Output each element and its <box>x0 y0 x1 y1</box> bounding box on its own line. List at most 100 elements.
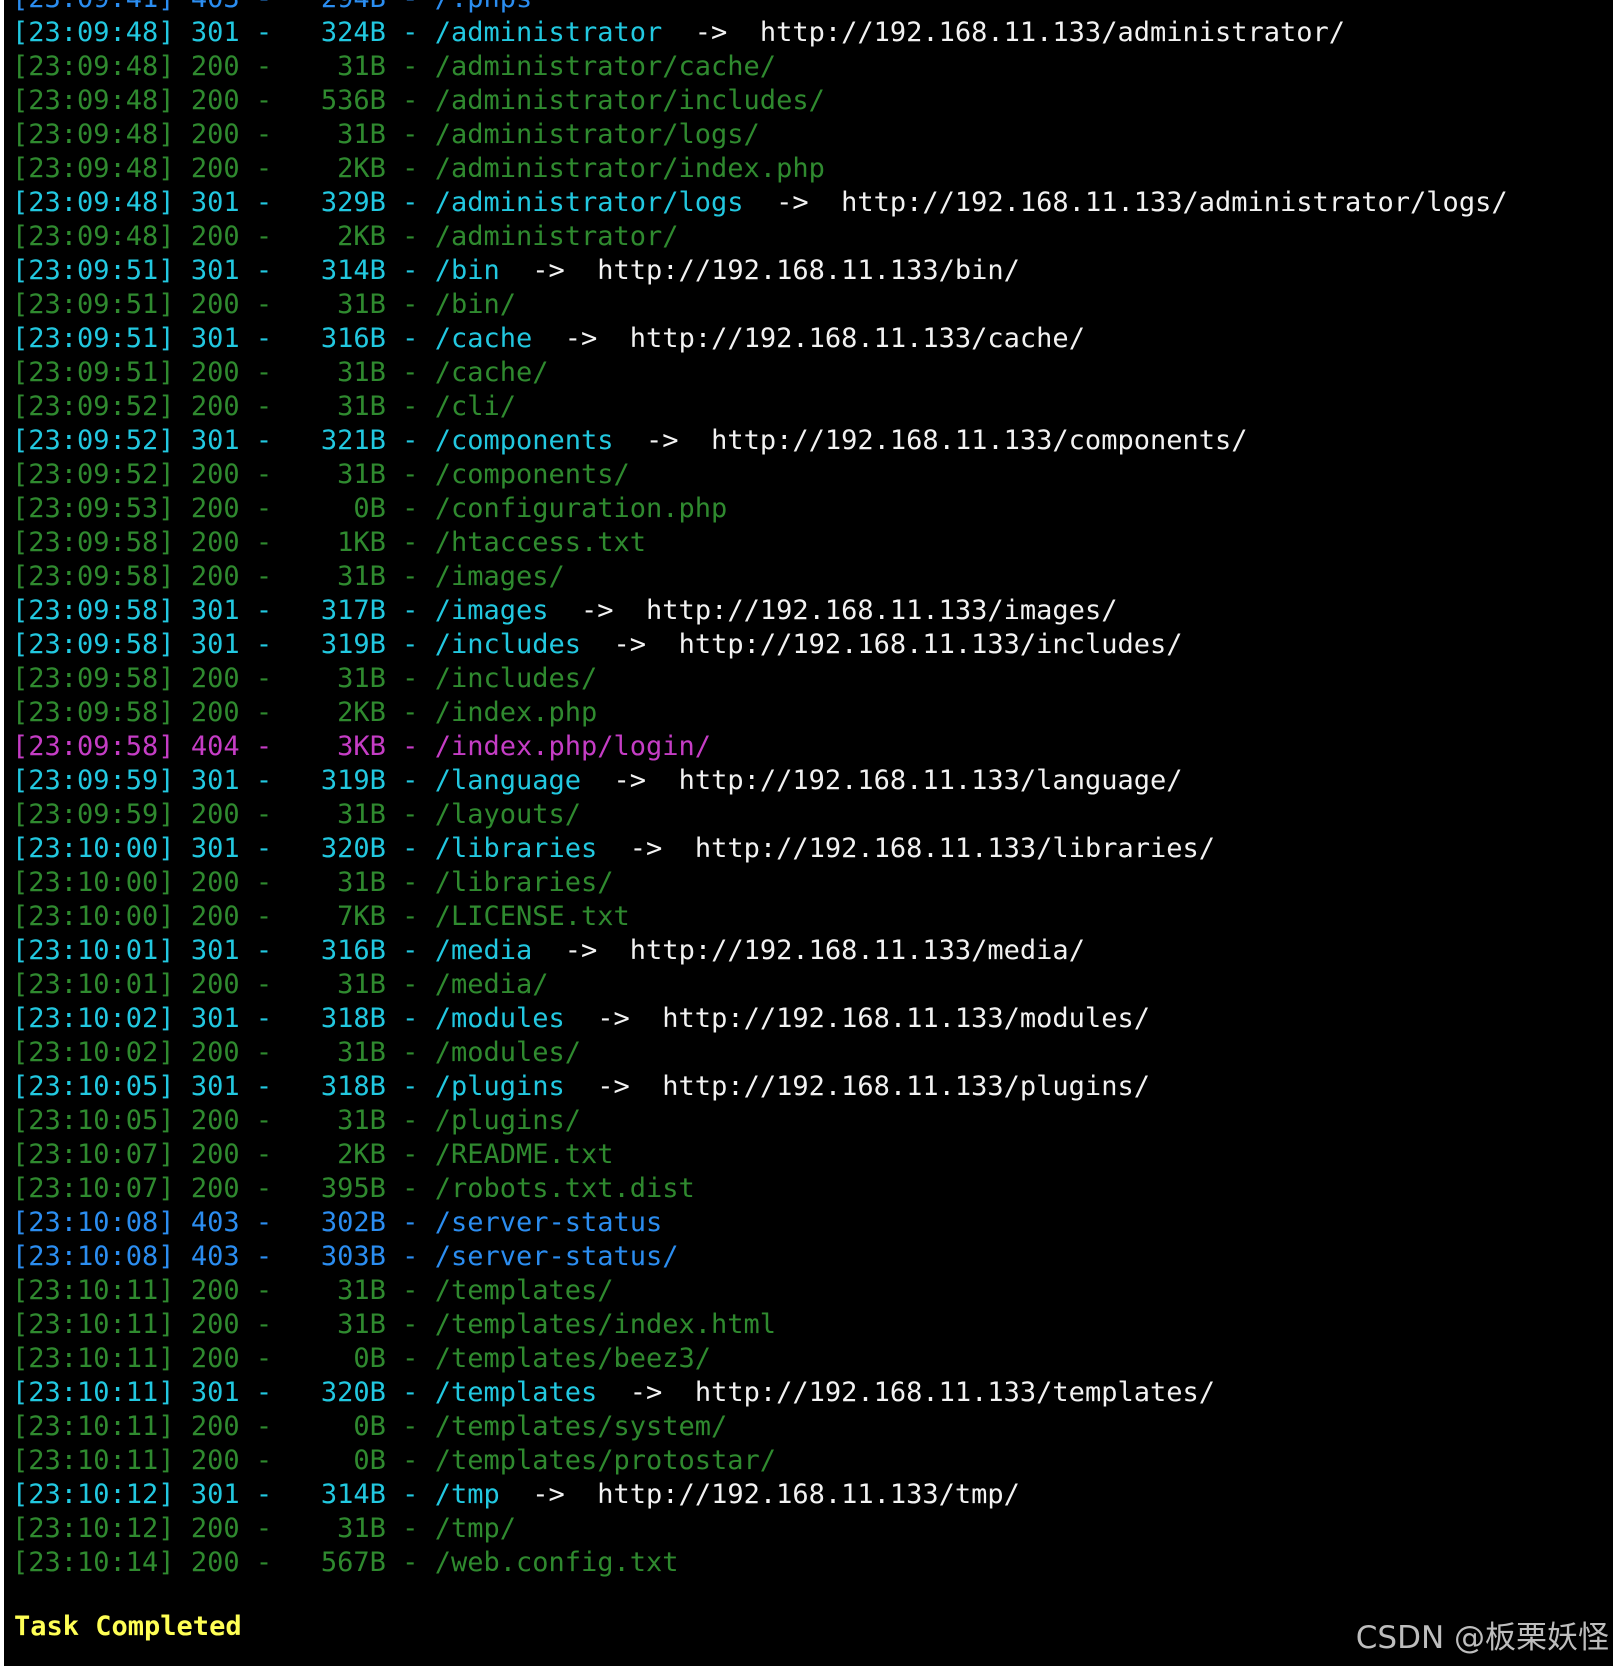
log-line: [23:10:11] 200 - 31B - /templates/ <box>12 1275 614 1306</box>
log-path: /web.config.txt <box>434 1547 679 1578</box>
log-size: 31B <box>304 1037 386 1068</box>
log-status: 301 <box>190 1479 240 1510</box>
log-path: /administrator/logs/ <box>434 119 760 150</box>
log-time: [23:10:12] <box>12 1479 175 1510</box>
log-time: [23:09:52] <box>12 425 175 456</box>
log-size: 316B <box>304 323 386 354</box>
log-redirect-url: http://192.168.11.133/plugins/ <box>662 1071 1150 1102</box>
log-path: /templates <box>434 1377 598 1408</box>
log-time: [23:09:58] <box>12 697 175 728</box>
log-status: 200 <box>190 1105 240 1136</box>
log-status: 200 <box>190 867 240 898</box>
log-path: /cache/ <box>434 357 549 388</box>
log-line: [23:10:00] 200 - 31B - /libraries/ <box>12 867 614 898</box>
log-time: [23:10:14] <box>12 1547 175 1578</box>
log-status: 301 <box>190 1377 240 1408</box>
log-time: [23:10:05] <box>12 1105 175 1136</box>
log-time: [23:10:11] <box>12 1377 175 1408</box>
log-redirect-url: http://192.168.11.133/modules/ <box>662 1003 1150 1034</box>
log-line: [23:09:58] 200 - 31B - /images/ <box>12 561 565 592</box>
log-redirect-url: http://192.168.11.133/libraries/ <box>694 833 1215 864</box>
log-status: 200 <box>190 1411 240 1442</box>
log-path: /administrator <box>434 17 663 48</box>
log-size: 2KB <box>304 153 386 184</box>
log-line: [23:09:58] 301 - 317B - /images -> http:… <box>12 595 1118 626</box>
log-status: 200 <box>190 289 240 320</box>
log-time: [23:09:59] <box>12 765 175 796</box>
log-path: /administrator/ <box>434 221 679 252</box>
log-path: /templates/index.html <box>434 1309 777 1340</box>
scan-output-log: [23:09:41] 403 - 294B - /.phps[23:09:48]… <box>12 0 1508 1580</box>
log-status: 301 <box>190 1003 240 1034</box>
log-size: 31B <box>304 1275 386 1306</box>
log-status: 200 <box>190 459 240 490</box>
log-status: 200 <box>190 1139 240 1170</box>
log-status: 200 <box>190 51 240 82</box>
log-size: 7KB <box>304 901 386 932</box>
redirect-arrow: -> <box>499 255 598 286</box>
log-time: [23:10:05] <box>12 1071 175 1102</box>
log-path: /media <box>434 935 533 966</box>
redirect-arrow: -> <box>581 629 679 660</box>
log-line: [23:09:58] 404 - 3KB - /index.php/login/ <box>12 731 712 762</box>
log-time: [23:10:02] <box>12 1003 175 1034</box>
log-status: 200 <box>190 1513 240 1544</box>
log-line: [23:09:53] 200 - 0B - /configuration.php <box>12 493 728 524</box>
log-path: /images/ <box>434 561 565 592</box>
log-status: 403 <box>190 1241 240 1272</box>
log-status: 200 <box>190 391 240 422</box>
log-line: [23:10:07] 200 - 2KB - /README.txt <box>12 1139 614 1170</box>
log-time: [23:09:51] <box>12 357 175 388</box>
log-line: [23:09:48] 200 - 536B - /administrator/i… <box>12 85 825 116</box>
log-time: [23:10:11] <box>12 1275 175 1306</box>
log-line: [23:09:58] 200 - 2KB - /index.php <box>12 697 598 728</box>
log-path: /bin/ <box>434 289 516 320</box>
log-size: 0B <box>304 1411 386 1442</box>
redirect-arrow: -> <box>743 187 842 218</box>
log-line: [23:10:07] 200 - 395B - /robots.txt.dist <box>12 1173 695 1204</box>
log-status: 200 <box>190 119 240 150</box>
log-size: 0B <box>304 1343 386 1374</box>
redirect-arrow: -> <box>532 935 630 966</box>
log-status: 200 <box>190 1275 240 1306</box>
log-path: /components <box>434 425 614 456</box>
log-line: [23:10:11] 200 - 0B - /templates/beez3/ <box>12 1343 712 1374</box>
log-status: 301 <box>190 935 240 966</box>
log-path: /tmp/ <box>434 1513 516 1544</box>
log-time: [23:10:01] <box>12 969 175 1000</box>
redirect-arrow: -> <box>613 425 712 456</box>
log-time: [23:10:01] <box>12 935 175 966</box>
log-size: 316B <box>304 935 386 966</box>
log-size: 319B <box>304 629 386 660</box>
log-status: 200 <box>190 969 240 1000</box>
log-status: 301 <box>190 595 240 626</box>
log-redirect-url: http://192.168.11.133/bin/ <box>597 255 1020 286</box>
log-line: [23:10:05] 301 - 318B - /plugins -> http… <box>12 1071 1150 1102</box>
log-size: 31B <box>304 357 386 388</box>
log-path: /media/ <box>434 969 549 1000</box>
log-time: [23:10:12] <box>12 1513 175 1544</box>
terminal-window[interactable]: [23:09:41] 403 - 294B - /.phps[23:09:48]… <box>4 0 1613 1666</box>
log-size: 395B <box>304 1173 386 1204</box>
log-status: 301 <box>190 833 240 864</box>
log-time: [23:09:58] <box>12 595 175 626</box>
log-time: [23:09:59] <box>12 799 175 830</box>
log-line: [23:10:11] 200 - 0B - /templates/protost… <box>12 1445 777 1476</box>
log-time: [23:09:51] <box>12 323 175 354</box>
log-size: 31B <box>304 969 386 1000</box>
log-time: [23:09:58] <box>12 663 175 694</box>
log-time: [23:09:58] <box>12 629 175 660</box>
log-size: 318B <box>304 1071 386 1102</box>
log-path: /layouts/ <box>434 799 582 830</box>
log-path: /htaccess.txt <box>434 527 647 558</box>
log-status: 301 <box>190 17 240 48</box>
log-path: /server-status <box>434 1207 663 1238</box>
log-time: [23:10:07] <box>12 1173 175 1204</box>
log-line: [23:09:59] 200 - 31B - /layouts/ <box>12 799 582 830</box>
log-time: [23:10:11] <box>12 1411 175 1442</box>
redirect-arrow: -> <box>564 1003 663 1034</box>
log-path: /templates/beez3/ <box>434 1343 712 1374</box>
log-time: [23:09:48] <box>12 17 175 48</box>
log-time: [23:10:11] <box>12 1343 175 1374</box>
log-time: [23:09:58] <box>12 527 175 558</box>
